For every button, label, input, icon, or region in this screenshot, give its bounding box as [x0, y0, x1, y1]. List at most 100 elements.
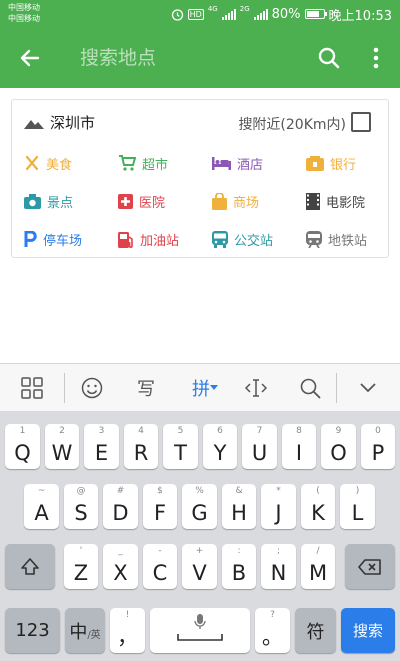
- parking-icon: [24, 231, 37, 247]
- category-hospital[interactable]: 医院: [118, 188, 165, 214]
- key-p[interactable]: 0P: [361, 424, 395, 469]
- key-j[interactable]: * J: [261, 484, 296, 529]
- comma-key[interactable]: ! ，: [110, 608, 145, 653]
- key-label: U: [251, 441, 268, 465]
- key-w[interactable]: 2W: [45, 424, 79, 469]
- battery-percent: 80%: [271, 6, 301, 22]
- category-scenic[interactable]: 景点: [24, 188, 73, 214]
- key-c[interactable]: -C: [143, 544, 177, 589]
- subway-icon: [306, 230, 322, 248]
- carrier-1: 中国移动: [8, 3, 40, 12]
- key-label: V: [192, 561, 207, 585]
- numbers-key[interactable]: 123: [5, 608, 60, 653]
- period-key[interactable]: ? 。: [255, 608, 290, 653]
- nearby-checkbox[interactable]: [351, 112, 371, 132]
- food-icon: [25, 155, 39, 171]
- keyboard-search-button[interactable]: [298, 376, 322, 400]
- category-bank[interactable]: 银行: [306, 150, 356, 176]
- key-hint: 4: [138, 426, 144, 436]
- collapse-keyboard-button[interactable]: [356, 376, 380, 400]
- key-f[interactable]: $ F: [143, 484, 177, 529]
- key-s[interactable]: @ S: [64, 484, 98, 529]
- more-button[interactable]: [364, 45, 388, 71]
- key-e[interactable]: 3E: [84, 424, 119, 469]
- key-i[interactable]: 8I: [282, 424, 316, 469]
- city-selector[interactable]: 深圳市: [24, 112, 95, 133]
- key-m[interactable]: / M: [301, 544, 335, 589]
- key-y[interactable]: 6Y: [203, 424, 237, 469]
- handwrite-button[interactable]: 写: [134, 376, 158, 400]
- bed-icon: [212, 157, 231, 170]
- key-hint: 7: [256, 426, 263, 436]
- category-bus-stop[interactable]: 公交站: [212, 226, 273, 252]
- category-cinema[interactable]: 电影院: [306, 188, 365, 214]
- space-key[interactable]: [150, 608, 250, 653]
- key-k[interactable]: (K: [301, 484, 335, 529]
- key-label: I: [295, 441, 303, 465]
- category-mall[interactable]: 商场: [212, 188, 259, 214]
- key-v[interactable]: + V: [182, 544, 217, 589]
- clock: 晚上10:53: [328, 8, 392, 24]
- backspace-icon: [358, 558, 381, 575]
- key-l[interactable]: ) L: [340, 484, 375, 529]
- category-label: 景点: [47, 195, 74, 211]
- key-q[interactable]: 1Q: [5, 424, 40, 469]
- search-key[interactable]: 搜索: [341, 608, 395, 653]
- key-b[interactable]: :B: [222, 544, 256, 589]
- symbols-key[interactable]: 符: [295, 608, 336, 653]
- key-label: T: [174, 441, 187, 465]
- category-food[interactable]: 美食: [24, 150, 72, 176]
- category-parking[interactable]: 停车场: [24, 226, 82, 252]
- key-hint: (: [316, 486, 320, 496]
- key-r[interactable]: 4R: [124, 424, 158, 469]
- dropdown-arrow-icon: [210, 385, 218, 390]
- key-h[interactable]: & H: [222, 484, 256, 529]
- key-label: O: [330, 441, 347, 465]
- search-icon: [300, 378, 321, 399]
- backspace-key[interactable]: [345, 544, 395, 589]
- key-label: R: [133, 441, 149, 465]
- key-label: 。: [262, 625, 283, 649]
- key-hint: 8: [296, 426, 302, 436]
- category-label: 地铁站: [328, 233, 368, 249]
- category-hotel[interactable]: 酒店: [212, 150, 263, 176]
- category-label: 电影院: [326, 195, 366, 211]
- key-d[interactable]: # D: [103, 484, 138, 529]
- key-u[interactable]: 7U: [242, 424, 277, 469]
- language-switch-key[interactable]: 中/英: [65, 608, 105, 653]
- key-label: 搜索: [352, 622, 383, 640]
- key-n[interactable]: ; N: [261, 544, 296, 589]
- key-t[interactable]: 5T: [163, 424, 198, 469]
- category-gas-station[interactable]: 加油站: [118, 226, 179, 252]
- shift-key[interactable]: [5, 544, 55, 589]
- key-o[interactable]: 9O: [321, 424, 356, 469]
- key-label: Z: [73, 561, 89, 585]
- cursor-button[interactable]: [244, 376, 268, 400]
- key-hint: 5: [177, 426, 184, 436]
- category-supermarket[interactable]: 超市: [118, 150, 168, 176]
- key-hint: 9: [335, 426, 342, 436]
- keyboard-menu-button[interactable]: [20, 376, 44, 400]
- search-input[interactable]: [80, 43, 290, 73]
- battery-icon: [304, 9, 327, 19]
- pinyin-label: 拼: [192, 379, 210, 400]
- key-a[interactable]: ~ A: [24, 484, 59, 529]
- category-label: 银行: [330, 157, 357, 173]
- category-label: 美食: [46, 157, 73, 173]
- pinyin-mode-button[interactable]: 拼: [188, 376, 222, 400]
- key-g[interactable]: % G: [182, 484, 217, 529]
- back-button[interactable]: [18, 46, 42, 70]
- category-subway[interactable]: 地铁站: [306, 226, 367, 252]
- toolbar-divider: [336, 373, 337, 403]
- app-screen: 中国移动 中国移动 HD 4G 2G 80% 晚上10:53 搜索地点 深圳市 …: [0, 0, 400, 661]
- key-x[interactable]: _ X: [103, 544, 138, 589]
- emoji-button[interactable]: [80, 376, 104, 400]
- search-button[interactable]: [316, 45, 342, 71]
- key-hint: ': [79, 546, 83, 556]
- mountain-icon: [24, 119, 44, 129]
- search-options-card: 深圳市 搜附近(20Km内) 美食 超市 酒店 银行 景点 医院 商场 电影院 …: [11, 99, 389, 258]
- key-hint: $: [157, 486, 163, 496]
- key-z[interactable]: ' Z: [64, 544, 98, 589]
- key-hint: %: [195, 486, 204, 496]
- key-label: 中: [69, 621, 88, 643]
